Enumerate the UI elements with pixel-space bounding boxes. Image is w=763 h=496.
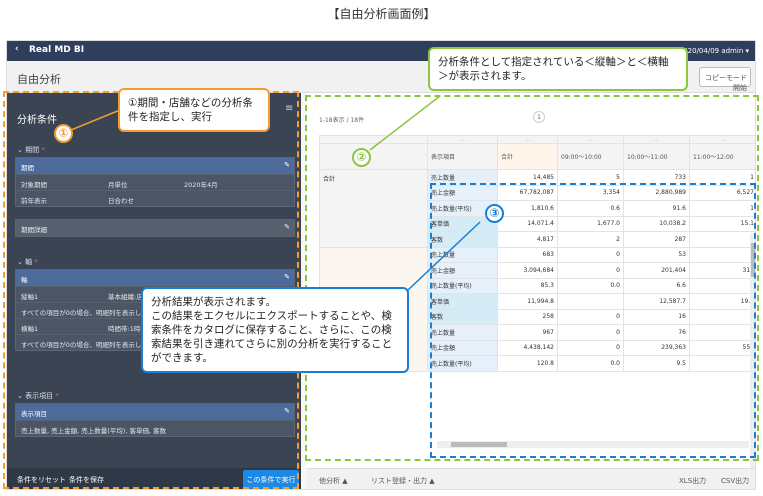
leader-three bbox=[407, 221, 481, 291]
callout-conditions: ①期間・店舗などの分析条件を指定し、実行 bbox=[118, 88, 270, 132]
leader-two bbox=[369, 95, 441, 151]
callout-axes: 分析条件として指定されている＜縦軸＞と＜横軸＞が表示されます。 bbox=[428, 47, 688, 91]
leader-one bbox=[70, 109, 121, 131]
callout-results: 分析結果が表示されます。 この結果をエクセルにエクスポートすることや、検索条件を… bbox=[141, 287, 409, 373]
